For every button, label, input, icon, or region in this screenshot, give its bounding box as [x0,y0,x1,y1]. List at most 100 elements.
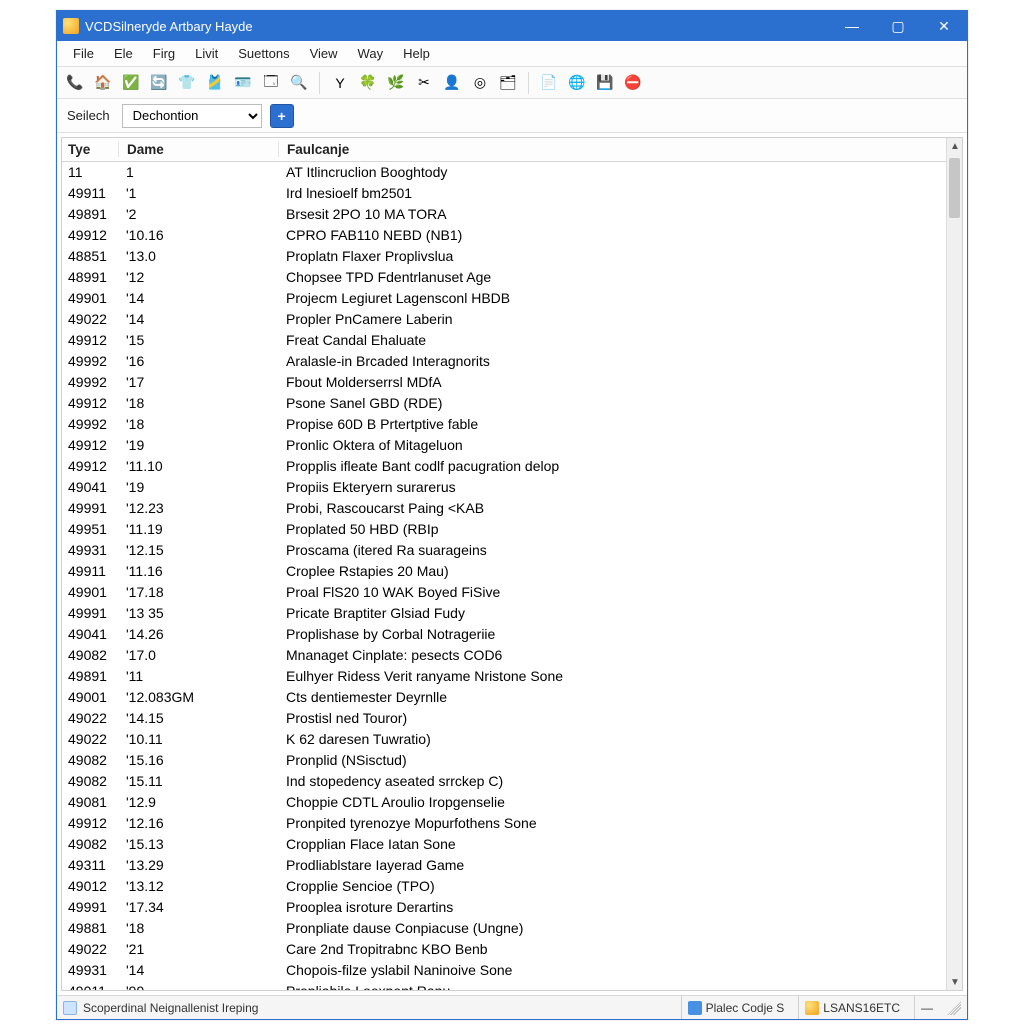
menu-file[interactable]: File [63,43,104,65]
table-row[interactable]: 49891'11Eulhyer Ridess Verit ranyame Nri… [62,666,946,687]
cell-dame: '15.13 [118,834,278,855]
menu-ele[interactable]: Ele [104,43,143,65]
maximize-button[interactable]: ▢ [875,11,921,41]
table-row[interactable]: 49901'14Projecm Legiuret Lagensconl HBDB [62,288,946,309]
phone-icon[interactable]: 📞 [63,71,87,95]
cell-type: 49951 [62,519,118,540]
table-row[interactable]: 49311'13.29Prodliablstare Iayerad Game [62,855,946,876]
toolbar: 📞🏠✅🔄👕🎽🪪🗔🔍 Y🍀🌿✂👤◎🗂 📄🌐💾⛔ [57,67,967,99]
status-panel-extra: — [914,996,939,1019]
save-icon[interactable]: 💾 [593,71,617,95]
table-row[interactable]: 49912'15Freat Candal Ehaluate [62,330,946,351]
cell-fault: Cropplian Flace Iatan Sone [278,834,946,855]
close-button[interactable]: ✕ [921,11,967,41]
table-row[interactable]: 49082'17.0Mnanaget Cinplate: pesects COD… [62,645,946,666]
table-row[interactable]: 49022'10.11K 62 daresen Tuwratio) [62,729,946,750]
shirt-icon[interactable]: 🎽 [203,71,227,95]
column-header-dame[interactable]: Dame [118,142,278,157]
cell-fault: Propise 60D B Prtertptive fable [278,414,946,435]
table-row[interactable]: 49011'99Propliabile Loexpent Ranu [62,981,946,990]
column-header-fault[interactable]: Faulcanje [278,142,962,157]
table-row[interactable]: 49991'12.23Probi, Rascoucarst Paing <KAB [62,498,946,519]
table-row[interactable]: 49912'12.16Pronpited tyrenozye Mopurfoth… [62,813,946,834]
menu-view[interactable]: View [300,43,348,65]
filter-icon[interactable]: Y [328,71,352,95]
table-row[interactable]: 49041'19Propiis Ekteryern surarerus [62,477,946,498]
globe-icon[interactable]: 🌐 [565,71,589,95]
table-row[interactable]: 49992'16Aralasle-in Brcaded Interagnorit… [62,351,946,372]
menu-suettons[interactable]: Suettons [228,43,299,65]
doc-icon[interactable]: 📄 [537,71,561,95]
table-row[interactable]: 49891'2Brsesit 2PO 10 MA TORA [62,204,946,225]
cell-dame: '17.0 [118,645,278,666]
user-icon[interactable]: 👤 [440,71,464,95]
table-row[interactable]: 49992'18Propise 60D B Prtertptive fable [62,414,946,435]
table-row[interactable]: 49931'14Chopois-filze yslabil Naninoive … [62,960,946,981]
table-row[interactable]: 49001'12.083GMCts dentiemester Deyrnlle [62,687,946,708]
table-row[interactable]: 49912'11.10Propplis ifleate Bant codlf p… [62,456,946,477]
user-red-icon[interactable]: 👕 [175,71,199,95]
table-row[interactable]: 49081'12.9Choppie CDTL Aroulio Iropgense… [62,792,946,813]
table-row[interactable]: 49992'17Fbout Molderserrsl MDfA [62,372,946,393]
scissors-icon[interactable]: ✂ [412,71,436,95]
home-icon[interactable]: 🏠 [91,71,115,95]
status-panel-extra-text: — [921,1001,933,1015]
check-icon[interactable]: ✅ [119,71,143,95]
menu-firg[interactable]: Firg [143,43,185,65]
refresh-icon[interactable]: 🔄 [147,71,171,95]
cell-fault: Pronpited tyrenozye Mopurfothens Sone [278,813,946,834]
stop-icon[interactable]: ⛔ [621,71,645,95]
minimize-button[interactable]: — [829,11,875,41]
column-header-type[interactable]: Tye [62,142,118,157]
leaf-icon[interactable]: 🌿 [384,71,408,95]
card-icon[interactable]: 🪪 [231,71,255,95]
table-row[interactable]: 49082'15.11Ind stopedency aseated srrcke… [62,771,946,792]
cell-type: 49022 [62,729,118,750]
table-row[interactable]: 49912'10.16CPRO FAB110 NEBD (NB1) [62,225,946,246]
table-row[interactable]: 49912'18Psone Sanel GBD (RDE) [62,393,946,414]
table-row[interactable]: 49881'18Pronpliate dause Conpiacuse (Ung… [62,918,946,939]
table-row[interactable]: 49991'13 35Pricate Braptiter Glsiad Fudy [62,603,946,624]
menu-livit[interactable]: Livit [185,43,228,65]
cell-fault: Prodliablstare Iayerad Game [278,855,946,876]
scroll-down-icon[interactable]: ▼ [947,974,962,990]
table-row[interactable]: 49012'13.12Cropplie Sencioe (TPO) [62,876,946,897]
table-row[interactable]: 49931'12.15Proscama (itered Ra suaragein… [62,540,946,561]
table-row[interactable]: 49991'17.34Prooplea isroture Derartins [62,897,946,918]
cell-type: 49011 [62,981,118,990]
app-icon[interactable]: 🗂 [496,71,520,95]
cell-dame: '11 [118,666,278,687]
table-row[interactable]: 49912'19Pronlic Oktera of Mitageluon [62,435,946,456]
table-row[interactable]: 49951'11.19Proplated 50 HBD (RBIp [62,519,946,540]
gear-green-icon[interactable]: 🍀 [356,71,380,95]
vertical-scrollbar[interactable]: ▲ ▼ [946,138,962,990]
cell-dame: '14.15 [118,708,278,729]
table-row[interactable]: 49082'15.13Cropplian Flace Iatan Sone [62,834,946,855]
search-go-button[interactable]: + [270,104,294,128]
table-row[interactable]: 48991'12Chopsee TPD Fdentrlanuset Age [62,267,946,288]
table-row[interactable]: 49022'14.15Prostisl ned Touror) [62,708,946,729]
window-icon[interactable]: 🗔 [259,71,283,95]
resize-grip[interactable] [947,1001,961,1015]
table-row[interactable]: 49022'14Propler PnCamere Laberin [62,309,946,330]
menu-way[interactable]: Way [348,43,394,65]
table-row[interactable]: 49901'17.18Proal FlS20 10 WAK Boyed FiSi… [62,582,946,603]
search-dropdown[interactable]: Dechontion [122,104,262,128]
cell-type: 49022 [62,708,118,729]
scroll-up-icon[interactable]: ▲ [947,138,962,154]
table-row[interactable]: 49041'14.26Proplishase by Corbal Notrage… [62,624,946,645]
table-row[interactable]: 49911'11.16Croplee Rstapies 20 Mau) [62,561,946,582]
cell-dame: '12.9 [118,792,278,813]
cell-dame: '17 [118,372,278,393]
scroll-thumb[interactable] [949,158,960,218]
table-row[interactable]: 49082'15.16Pronplid (NSisctud) [62,750,946,771]
table-row[interactable]: 111AT Itlincruclion Booghtody [62,162,946,183]
cell-type: 49082 [62,771,118,792]
menu-help[interactable]: Help [393,43,440,65]
search-icon[interactable]: 🔍 [287,71,311,95]
cell-dame: '12.15 [118,540,278,561]
circle-icon[interactable]: ◎ [468,71,492,95]
table-row[interactable]: 48851'13.0Proplatn Flaxer Proplivslua [62,246,946,267]
table-row[interactable]: 49911'1Ird lnesioelf bm2501 [62,183,946,204]
table-row[interactable]: 49022'21Care 2nd Tropitrabnc KBO Benb [62,939,946,960]
